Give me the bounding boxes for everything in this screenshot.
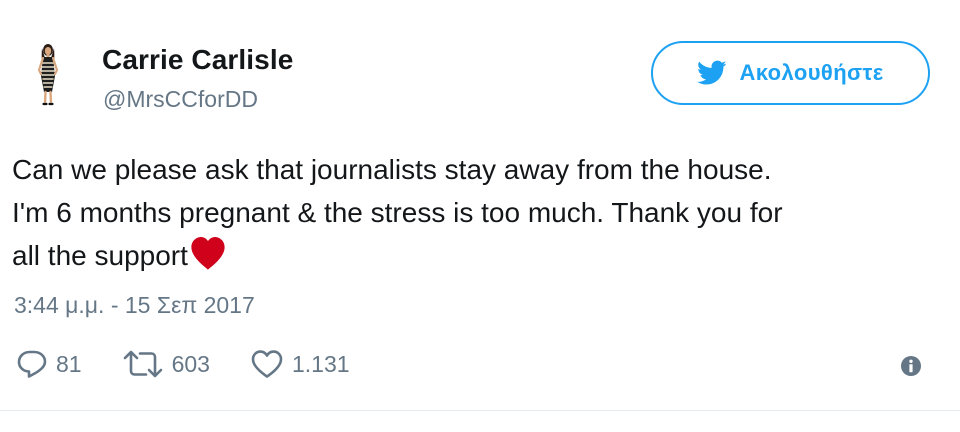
tweet-card: Carrie Carlisle @MrsCCforDD Ακολουθήστε … [0, 0, 960, 432]
reply-icon [17, 350, 47, 378]
retweet-button[interactable]: 603 [122, 349, 210, 379]
tweet-line: I'm 6 months pregnant & the stress is to… [12, 197, 783, 228]
red-heart-icon [191, 236, 225, 270]
tweet-timestamp[interactable]: 3:44 μ.μ. - 15 Σεπ 2017 [14, 292, 255, 319]
follow-button[interactable]: Ακολουθήστε [651, 41, 930, 105]
retweet-count: 603 [171, 350, 210, 377]
reply-count: 81 [56, 350, 82, 377]
twitter-bird-icon [697, 60, 727, 85]
avatar[interactable] [12, 36, 84, 108]
tweet-line-text: all the support [12, 240, 188, 271]
author-handle[interactable]: @MrsCCforDD [103, 86, 258, 113]
tweet-line-last: all the support [12, 234, 932, 277]
tweet-line: Can we please ask that journalists stay … [12, 154, 772, 185]
info-icon[interactable] [900, 355, 922, 377]
heart-icon [251, 350, 283, 378]
avatar-image [37, 44, 59, 106]
bottom-divider [0, 410, 960, 411]
retweet-icon [123, 350, 162, 378]
reply-button[interactable]: 81 [16, 349, 82, 379]
author-display-name[interactable]: Carrie Carlisle [102, 44, 293, 76]
follow-button-label: Ακολουθήστε [739, 60, 884, 85]
like-count: 1.131 [291, 350, 350, 377]
info-circle-icon [901, 356, 921, 376]
like-button[interactable]: 1.131 [250, 349, 350, 379]
tweet-actions: 81 603 1.131 [16, 346, 390, 382]
tweet-text: Can we please ask that journalists stay … [12, 148, 932, 277]
